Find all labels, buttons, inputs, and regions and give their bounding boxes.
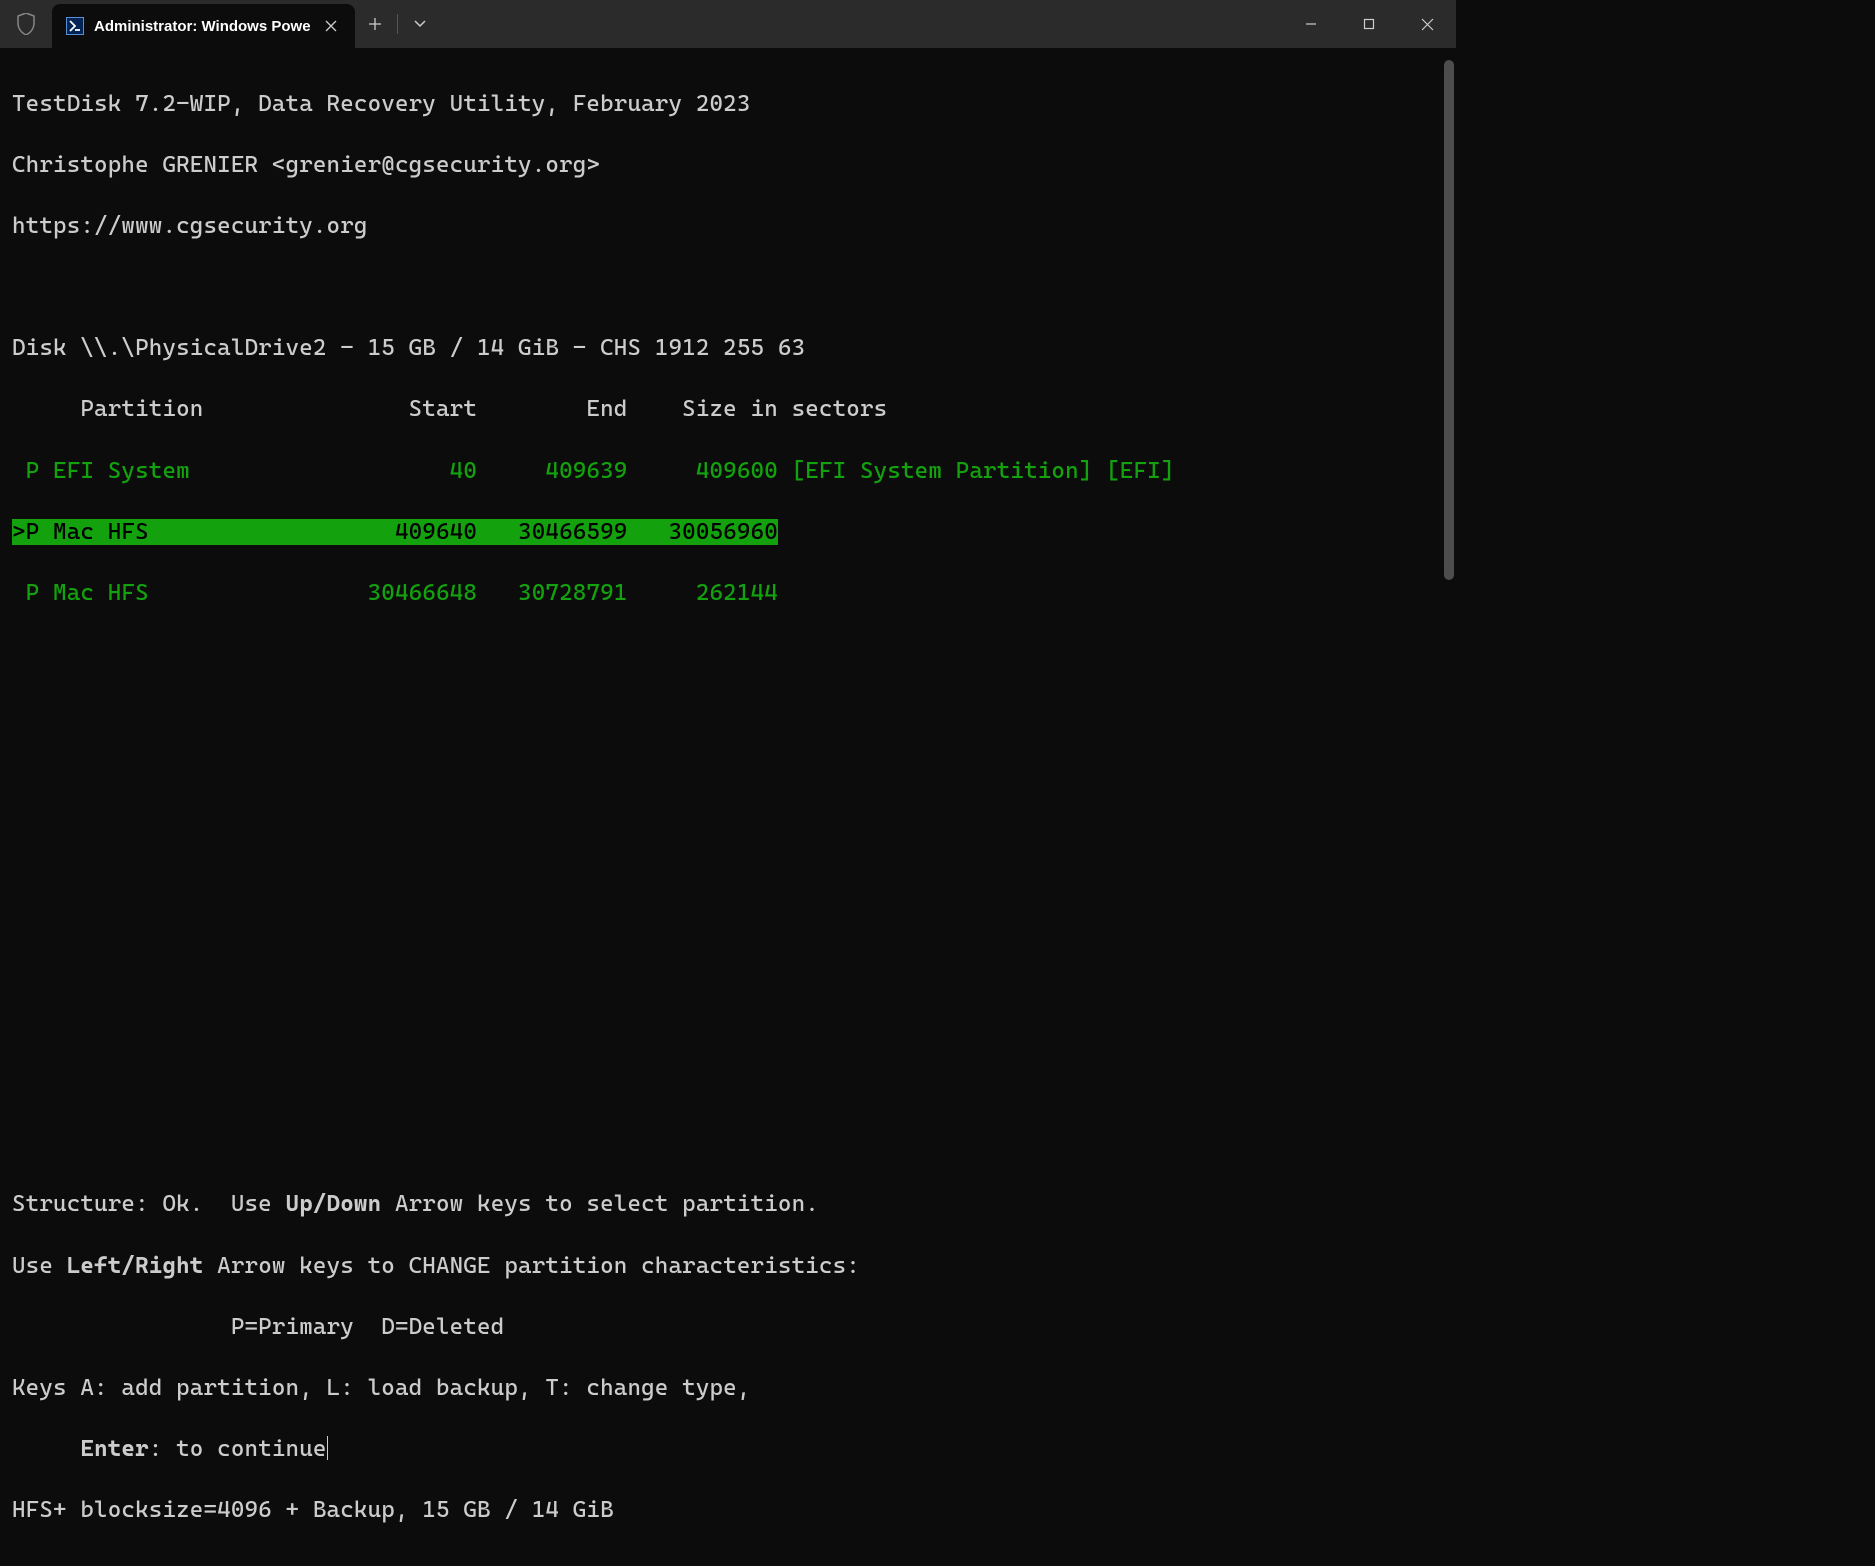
partition-data: Mac HFS 409640 30466599 30056960 [53, 519, 778, 545]
disk-line: Disk \\.\PhysicalDrive2 - 15 GB / 14 GiB… [12, 333, 1444, 364]
blank-line [12, 1067, 1444, 1098]
minimize-button[interactable] [1282, 4, 1340, 44]
blank-line [12, 761, 1444, 792]
scrollbar[interactable] [1442, 48, 1456, 830]
partition-data: Mac HFS 30466648 30728791 262144 [53, 580, 778, 606]
text-cursor [327, 1436, 328, 1460]
partition-data: EFI System 40 409639 409600 [53, 458, 778, 484]
powershell-icon [66, 17, 84, 35]
scroll-thumb[interactable] [1444, 60, 1454, 580]
column-headers: Partition Start End Size in sectors [12, 394, 1444, 425]
status-line: HFS+ blocksize=4096 + Backup, 15 GB / 14… [12, 1495, 1444, 1526]
active-tab[interactable]: Administrator: Windows Powe [52, 4, 355, 48]
partition-row[interactable]: P Mac HFS 30466648 30728791 262144 [12, 578, 1444, 609]
tab-title: Administrator: Windows Powe [94, 18, 311, 35]
help-line: Keys A: add partition, L: load backup, T… [12, 1373, 1444, 1404]
close-window-button[interactable] [1398, 4, 1456, 44]
titlebar: Administrator: Windows Powe [0, 0, 1456, 48]
tab-actions [355, 0, 440, 48]
tab-dropdown-button[interactable] [400, 4, 440, 44]
partition-prefix: >P [12, 519, 53, 545]
blank-line [12, 884, 1444, 915]
maximize-button[interactable] [1340, 4, 1398, 44]
help-line: Structure: Ok. Use Up/Down Arrow keys to… [12, 1189, 1444, 1220]
blank-line [12, 700, 1444, 731]
partition-prefix: P [12, 458, 53, 484]
window-controls [1282, 4, 1456, 44]
new-tab-button[interactable] [355, 4, 395, 44]
partition-prefix: P [12, 580, 53, 606]
header-line: https://www.cgsecurity.org [12, 211, 1444, 242]
help-line: Enter: to continue [12, 1434, 1444, 1465]
help-line: P=Primary D=Deleted [12, 1312, 1444, 1343]
blank-line [12, 1128, 1444, 1159]
blank-line [12, 272, 1444, 303]
header-line: TestDisk 7.2-WIP, Data Recovery Utility,… [12, 89, 1444, 120]
blank-line [12, 1006, 1444, 1037]
blank-line [12, 639, 1444, 670]
partition-row[interactable]: P EFI System 40 409639 409600 [EFI Syste… [12, 456, 1444, 487]
blank-line [12, 945, 1444, 976]
help-line: Use Left/Right Arrow keys to CHANGE part… [12, 1251, 1444, 1282]
admin-shield-area [0, 0, 52, 48]
blank-line [12, 822, 1444, 853]
header-line: Christophe GRENIER <grenier@cgsecurity.o… [12, 150, 1444, 181]
shield-icon [17, 13, 35, 35]
tab-close-button[interactable] [321, 16, 341, 36]
partition-row-selected[interactable]: >P Mac HFS 409640 30466599 30056960 [12, 517, 1444, 548]
terminal-content[interactable]: TestDisk 7.2-WIP, Data Recovery Utility,… [0, 48, 1456, 1566]
tab-divider [397, 14, 398, 34]
partition-suffix: [EFI System Partition] [EFI] [778, 458, 1175, 484]
